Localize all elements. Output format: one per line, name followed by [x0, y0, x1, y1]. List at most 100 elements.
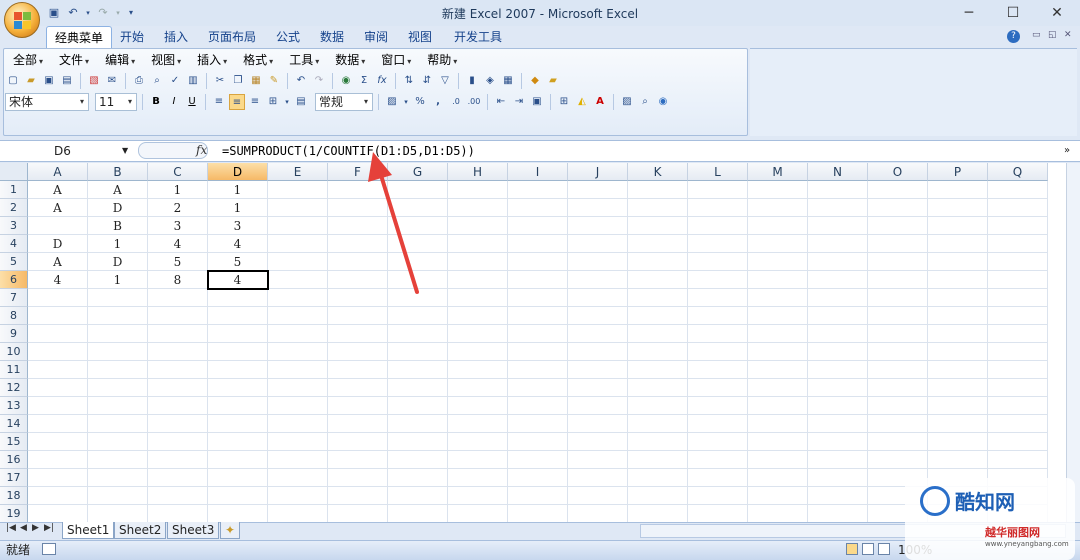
currency-icon[interactable]: ▨: [384, 94, 400, 110]
cell-p12[interactable]: [928, 379, 988, 397]
cell-l12[interactable]: [688, 379, 748, 397]
cell-n16[interactable]: [808, 451, 868, 469]
zoom-grid-icon[interactable]: ▦: [500, 73, 516, 89]
wrap-text-icon[interactable]: ▤: [293, 94, 309, 110]
cell-c6[interactable]: 8: [148, 271, 208, 289]
cell-j17[interactable]: [568, 469, 628, 487]
menu-insert[interactable]: 插入 ▾: [189, 52, 235, 68]
cut-icon[interactable]: ✂: [212, 73, 228, 89]
cell-c2[interactable]: 2: [148, 199, 208, 217]
cell-f5[interactable]: [328, 253, 388, 271]
cell-c14[interactable]: [148, 415, 208, 433]
cell-p8[interactable]: [928, 307, 988, 325]
font-color-icon[interactable]: A: [592, 94, 608, 110]
cell-h14[interactable]: [448, 415, 508, 433]
cell-f15[interactable]: [328, 433, 388, 451]
cell-f14[interactable]: [328, 415, 388, 433]
cell-l2[interactable]: [688, 199, 748, 217]
insert-function-icon[interactable]: fx: [196, 142, 207, 159]
cell-g18[interactable]: [388, 487, 448, 505]
cell-a7[interactable]: [28, 289, 88, 307]
cell-k9[interactable]: [628, 325, 688, 343]
cell-k6[interactable]: [628, 271, 688, 289]
cell-m13[interactable]: [748, 397, 808, 415]
cell-b14[interactable]: [88, 415, 148, 433]
cell-a10[interactable]: [28, 343, 88, 361]
cell-d2[interactable]: 1: [208, 199, 268, 217]
cell-p6[interactable]: [928, 271, 988, 289]
cell-e4[interactable]: [268, 235, 328, 253]
cell-j8[interactable]: [568, 307, 628, 325]
select-all-corner[interactable]: [0, 163, 28, 181]
cell-l14[interactable]: [688, 415, 748, 433]
row-header-11[interactable]: 11: [0, 361, 28, 379]
cell-n8[interactable]: [808, 307, 868, 325]
cell-b10[interactable]: [88, 343, 148, 361]
column-header-m[interactable]: M: [748, 163, 808, 181]
cell-h3[interactable]: [448, 217, 508, 235]
cell-d11[interactable]: [208, 361, 268, 379]
cell-l16[interactable]: [688, 451, 748, 469]
cell-o12[interactable]: [868, 379, 928, 397]
cell-n2[interactable]: [808, 199, 868, 217]
cell-m12[interactable]: [748, 379, 808, 397]
increase-decimal-icon[interactable]: .0: [448, 94, 464, 110]
undo-icon[interactable]: ↶: [293, 73, 309, 89]
cell-f17[interactable]: [328, 469, 388, 487]
cell-b12[interactable]: [88, 379, 148, 397]
cell-j11[interactable]: [568, 361, 628, 379]
cell-m9[interactable]: [748, 325, 808, 343]
cell-h15[interactable]: [448, 433, 508, 451]
cell-c17[interactable]: [148, 469, 208, 487]
cell-j5[interactable]: [568, 253, 628, 271]
vertical-scrollbar[interactable]: [1066, 163, 1080, 522]
row-header-15[interactable]: 15: [0, 433, 28, 451]
cell-d15[interactable]: [208, 433, 268, 451]
cell-q12[interactable]: [988, 379, 1048, 397]
cell-k5[interactable]: [628, 253, 688, 271]
tab-insert[interactable]: 插入: [156, 26, 196, 48]
cell-b8[interactable]: [88, 307, 148, 325]
menu-tools[interactable]: 工具 ▾: [281, 52, 327, 68]
cell-l19[interactable]: [688, 505, 748, 522]
align-left-icon[interactable]: ≡: [211, 94, 227, 110]
currency-dropdown-icon[interactable]: ▾: [402, 94, 410, 110]
drawing-icon[interactable]: ◈: [482, 73, 498, 89]
cell-a5[interactable]: A: [28, 253, 88, 271]
cell-d17[interactable]: [208, 469, 268, 487]
row-header-18[interactable]: 18: [0, 487, 28, 505]
cell-g13[interactable]: [388, 397, 448, 415]
cell-b4[interactable]: 1: [88, 235, 148, 253]
cell-e3[interactable]: [268, 217, 328, 235]
column-header-k[interactable]: K: [628, 163, 688, 181]
cell-m1[interactable]: [748, 181, 808, 199]
cell-g6[interactable]: [388, 271, 448, 289]
cell-o14[interactable]: [868, 415, 928, 433]
cell-d6[interactable]: 4: [208, 271, 268, 289]
cell-d14[interactable]: [208, 415, 268, 433]
cell-e16[interactable]: [268, 451, 328, 469]
cell-b15[interactable]: [88, 433, 148, 451]
cell-o13[interactable]: [868, 397, 928, 415]
cell-i10[interactable]: [508, 343, 568, 361]
fill-color-icon[interactable]: ◭: [574, 94, 590, 110]
cell-j4[interactable]: [568, 235, 628, 253]
cell-b18[interactable]: [88, 487, 148, 505]
cell-g3[interactable]: [388, 217, 448, 235]
cell-h5[interactable]: [448, 253, 508, 271]
cell-j19[interactable]: [568, 505, 628, 522]
cell-b17[interactable]: [88, 469, 148, 487]
cell-m2[interactable]: [748, 199, 808, 217]
cell-i16[interactable]: [508, 451, 568, 469]
email-icon[interactable]: ✉: [104, 73, 120, 89]
paste-icon[interactable]: ▦: [248, 73, 264, 89]
cell-j16[interactable]: [568, 451, 628, 469]
cell-e11[interactable]: [268, 361, 328, 379]
decrease-decimal-icon[interactable]: .00: [466, 94, 482, 110]
comma-button[interactable]: ,: [430, 94, 446, 110]
sort-ascending-icon[interactable]: ⇅: [401, 73, 417, 89]
close-workbook-icon[interactable]: ✕: [1064, 30, 1072, 40]
cell-c15[interactable]: [148, 433, 208, 451]
cell-d1[interactable]: 1: [208, 181, 268, 199]
cell-n14[interactable]: [808, 415, 868, 433]
